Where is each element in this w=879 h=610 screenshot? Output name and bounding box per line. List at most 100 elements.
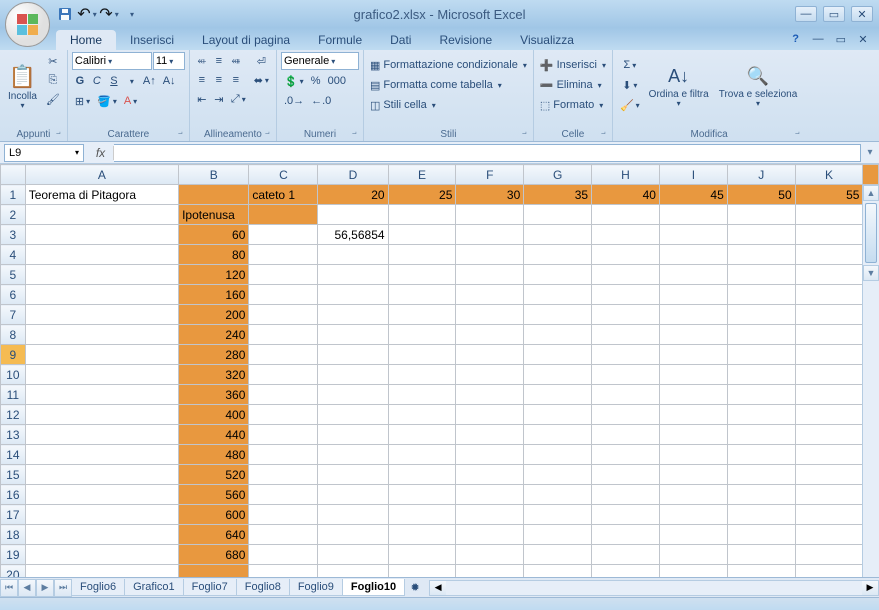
grow-font-button[interactable]: A↑ xyxy=(140,72,159,90)
cell-E14[interactable] xyxy=(388,445,456,465)
cell-J13[interactable] xyxy=(727,425,795,445)
cell-B8[interactable]: 240 xyxy=(179,325,249,345)
cell-B11[interactable]: 360 xyxy=(179,385,249,405)
row-header-8[interactable]: 8 xyxy=(1,325,26,345)
conditional-formatting-button[interactable]: ▦Formattazione condizionale xyxy=(368,56,529,74)
number-format-combo[interactable]: Generale xyxy=(281,52,359,70)
fill-color-button[interactable]: 🪣 xyxy=(94,92,120,110)
sheet-tab-Foglio9[interactable]: Foglio9 xyxy=(289,579,343,596)
cell-J17[interactable] xyxy=(727,505,795,525)
percent-button[interactable]: % xyxy=(308,72,324,90)
align-left-button[interactable]: ≡ xyxy=(194,71,210,89)
cell-H10[interactable] xyxy=(592,365,660,385)
cell-F20[interactable] xyxy=(456,565,524,579)
cell-D17[interactable] xyxy=(318,505,388,525)
tab-dati[interactable]: Dati xyxy=(376,30,425,50)
cell-K8[interactable] xyxy=(795,325,863,345)
col-header-J[interactable]: J xyxy=(727,165,795,185)
cell-G11[interactable] xyxy=(524,385,592,405)
row-header-9[interactable]: 9 xyxy=(1,345,26,365)
clear-button[interactable]: 🧹 xyxy=(617,96,643,114)
cell-D19[interactable] xyxy=(318,545,388,565)
cell-F11[interactable] xyxy=(456,385,524,405)
underline-button[interactable]: S xyxy=(106,72,122,90)
decrease-decimal-button[interactable]: ←.0 xyxy=(308,92,334,110)
cell-K19[interactable] xyxy=(795,545,863,565)
cell-I12[interactable] xyxy=(659,405,727,425)
cell-H12[interactable] xyxy=(592,405,660,425)
sheet-tab-Foglio10[interactable]: Foglio10 xyxy=(342,579,405,596)
save-icon[interactable] xyxy=(56,5,74,23)
cell-E15[interactable] xyxy=(388,465,456,485)
cell-E16[interactable] xyxy=(388,485,456,505)
cell-K7[interactable] xyxy=(795,305,863,325)
row-header-10[interactable]: 10 xyxy=(1,365,26,385)
next-sheet-button[interactable]: ▶ xyxy=(36,579,54,597)
cell-H7[interactable] xyxy=(592,305,660,325)
scroll-right-button[interactable]: ▶ xyxy=(862,581,878,595)
currency-button[interactable]: 💲 xyxy=(281,72,307,90)
align-center-button[interactable]: ≡ xyxy=(211,71,227,89)
col-header-I[interactable]: I xyxy=(659,165,727,185)
cell-E11[interactable] xyxy=(388,385,456,405)
cell-I1[interactable]: 45 xyxy=(659,185,727,205)
cell-C12[interactable] xyxy=(249,405,318,425)
undo-button[interactable]: ↶ xyxy=(78,5,96,23)
cell-K9[interactable] xyxy=(795,345,863,365)
cell-D10[interactable] xyxy=(318,365,388,385)
cell-G10[interactable] xyxy=(524,365,592,385)
close-button[interactable]: ✕ xyxy=(851,6,873,22)
row-header-7[interactable]: 7 xyxy=(1,305,26,325)
cell-C6[interactable] xyxy=(249,285,318,305)
cell-D12[interactable] xyxy=(318,405,388,425)
cell-H1[interactable]: 40 xyxy=(592,185,660,205)
cell-I10[interactable] xyxy=(659,365,727,385)
cell-G14[interactable] xyxy=(524,445,592,465)
qat-customize-button[interactable] xyxy=(122,5,140,23)
decrease-indent-button[interactable]: ⇤ xyxy=(194,90,210,108)
new-sheet-button[interactable]: ✹ xyxy=(407,579,423,597)
cell-B1[interactable] xyxy=(179,185,249,205)
cell-E10[interactable] xyxy=(388,365,456,385)
cell-F9[interactable] xyxy=(456,345,524,365)
cell-I9[interactable] xyxy=(659,345,727,365)
cell-K3[interactable] xyxy=(795,225,863,245)
cell-B3[interactable]: 60 xyxy=(179,225,249,245)
col-header-E[interactable]: E xyxy=(388,165,456,185)
cell-H13[interactable] xyxy=(592,425,660,445)
cut-button[interactable]: ✂ xyxy=(43,52,63,70)
cell-I18[interactable] xyxy=(659,525,727,545)
workbook-minimize-button[interactable]: — xyxy=(810,30,827,48)
cell-G2[interactable] xyxy=(524,205,592,225)
sheet-tab-Foglio7[interactable]: Foglio7 xyxy=(183,579,237,596)
tab-home[interactable]: Home xyxy=(56,30,116,50)
cell-J10[interactable] xyxy=(727,365,795,385)
col-header-F[interactable]: F xyxy=(456,165,524,185)
cell-B6[interactable]: 160 xyxy=(179,285,249,305)
maximize-button[interactable]: ▭ xyxy=(823,6,845,22)
cell-H11[interactable] xyxy=(592,385,660,405)
prev-sheet-button[interactable]: ◀ xyxy=(18,579,36,597)
cell-E13[interactable] xyxy=(388,425,456,445)
cell-B14[interactable]: 480 xyxy=(179,445,249,465)
cell-F13[interactable] xyxy=(456,425,524,445)
row-header-1[interactable]: 1 xyxy=(1,185,26,205)
first-sheet-button[interactable]: ⏮ xyxy=(0,579,18,597)
cell-I20[interactable] xyxy=(659,565,727,579)
row-header-2[interactable]: 2 xyxy=(1,205,26,225)
cell-F18[interactable] xyxy=(456,525,524,545)
cell-B17[interactable]: 600 xyxy=(179,505,249,525)
cell-F19[interactable] xyxy=(456,545,524,565)
cell-A12[interactable] xyxy=(25,405,178,425)
scroll-up-button[interactable]: ▲ xyxy=(863,185,879,201)
cell-H17[interactable] xyxy=(592,505,660,525)
cell-G3[interactable] xyxy=(524,225,592,245)
cell-E9[interactable] xyxy=(388,345,456,365)
workbook-restore-button[interactable]: ▭ xyxy=(833,30,849,48)
cell-G6[interactable] xyxy=(524,285,592,305)
cell-A17[interactable] xyxy=(25,505,178,525)
cell-C17[interactable] xyxy=(249,505,318,525)
cell-I8[interactable] xyxy=(659,325,727,345)
expand-formula-bar-button[interactable]: ▾ xyxy=(861,147,879,158)
cell-K2[interactable] xyxy=(795,205,863,225)
